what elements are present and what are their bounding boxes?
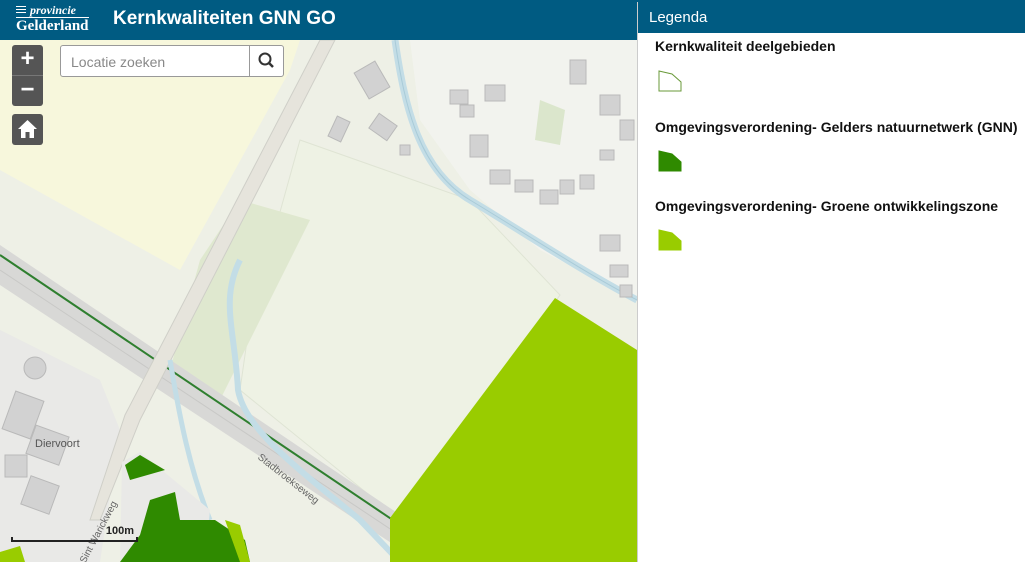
legend-swatch-kernkwaliteit [658, 70, 682, 92]
logo-text-big: Gelderland [16, 17, 89, 34]
home-icon [18, 120, 37, 138]
legend-swatch-groene-zone [658, 229, 682, 251]
map-view[interactable]: Diervoort Stadbroekseweg Sint Warickweg [0, 40, 637, 562]
legend-item-label: Omgevingsverordening- Gelders natuurnetw… [655, 119, 1018, 135]
search-icon [258, 52, 274, 68]
search-button[interactable] [249, 46, 283, 76]
zoom-out-button[interactable]: − [12, 76, 43, 106]
provincie-gelderland-logo[interactable]: provincie Gelderland [14, 3, 100, 35]
page-title: Kernkwaliteiten GNN GO [113, 8, 336, 29]
legend-item-label: Kernkwaliteit deelgebieden [655, 38, 836, 54]
home-button[interactable] [12, 114, 43, 145]
legend-panel: Legenda Kernkwaliteit deelgebieden Omgev… [637, 2, 1025, 562]
search-input[interactable] [65, 50, 253, 74]
legend-title: Legenda [638, 2, 1025, 33]
zoom-in-button[interactable]: + [12, 45, 43, 76]
zoom-control: + − [12, 45, 43, 106]
scale-line [11, 537, 138, 542]
legend-item-label: Omgevingsverordening- Groene ontwikkelin… [655, 198, 999, 214]
basemap [0, 40, 637, 562]
location-search [60, 45, 284, 77]
scale-label: 100m [105, 525, 134, 537]
legend-swatch-gnn [658, 150, 682, 172]
logo-lines-icon [16, 6, 26, 15]
map-label-diervoort: Diervoort [35, 438, 80, 450]
scale-bar: 100m [11, 525, 138, 542]
logo-text-small: provincie [30, 3, 76, 17]
